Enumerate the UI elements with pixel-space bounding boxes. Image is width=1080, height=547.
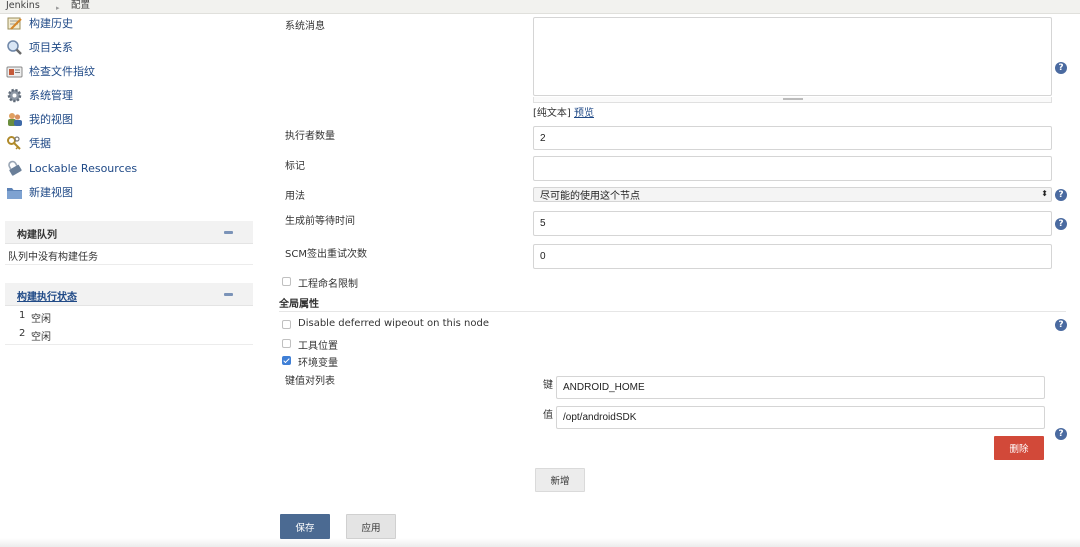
folder-icon (6, 184, 23, 201)
scm-retry-label: SCM签出重试次数 (285, 249, 367, 260)
textarea-resize-bar[interactable] (533, 97, 1052, 103)
executor-state: 空闲 (31, 332, 51, 343)
lock-icon (6, 160, 23, 177)
usage-label: 用法 (285, 191, 305, 202)
fingerprint-icon (6, 63, 23, 80)
executor-status-title[interactable]: 构建执行状态 (17, 288, 77, 303)
sidebar-item-label: 项目关系 (29, 41, 73, 54)
magnifier-icon (6, 39, 23, 56)
value-label: 值 (543, 410, 553, 421)
executor-status-header: 构建执行状态 (5, 283, 253, 306)
sidebar-item-lockable-resources[interactable]: Lockable Resources (6, 158, 137, 178)
quiet-period-input[interactable]: 5 (533, 211, 1052, 236)
help-icon[interactable]: ? (1055, 62, 1067, 74)
sidebar-item-label: 系统管理 (29, 89, 73, 102)
notepad-icon (6, 15, 23, 32)
env-vars-label: 环境变量 (298, 358, 338, 369)
build-queue-body: 队列中没有构建任务 (5, 244, 253, 265)
preview-link[interactable]: 预览 (574, 108, 594, 119)
sidebar-item-new-view[interactable]: 新建视图 (6, 182, 73, 202)
system-message-textarea[interactable] (533, 17, 1052, 96)
sidebar-item-label: 检查文件指纹 (29, 65, 95, 78)
users-icon (6, 111, 23, 128)
build-queue-header: 构建队列 (5, 221, 253, 244)
plain-text-label: [纯文本] (533, 108, 571, 119)
labels-input[interactable] (533, 156, 1052, 181)
delete-button[interactable]: 删除 (994, 436, 1044, 460)
help-icon[interactable]: ? (1055, 189, 1067, 201)
breadcrumb-current[interactable]: 配置 (71, 0, 90, 12)
scm-retry-input[interactable]: 0 (533, 244, 1052, 269)
sidebar-item-label: 凭据 (29, 137, 51, 150)
key-label: 键 (543, 380, 553, 391)
env-vars-checkbox[interactable] (282, 356, 291, 365)
sidebar-item-label: 新建视图 (29, 186, 73, 199)
sidebar-item-my-views[interactable]: 我的视图 (6, 109, 73, 129)
project-naming-label: 工程命名限制 (298, 279, 358, 290)
system-message-label: 系统消息 (285, 21, 325, 32)
executor-status-body: 1 空闲 2 空闲 (5, 306, 253, 345)
project-naming-checkbox[interactable] (282, 277, 291, 286)
quiet-period-label: 生成前等待时间 (285, 216, 355, 227)
build-queue-title: 构建队列 (17, 230, 57, 241)
executor-number: 1 (19, 310, 26, 321)
sidebar-item-label: 构建历史 (29, 17, 73, 30)
help-icon[interactable]: ? (1055, 319, 1067, 331)
collapse-minus-icon[interactable] (224, 293, 233, 296)
bottom-bar (0, 538, 1080, 547)
help-icon[interactable]: ? (1055, 218, 1067, 230)
select-arrows-icon: ⬍ (1041, 189, 1048, 198)
sidebar-item-label: Lockable Resources (29, 161, 138, 175)
add-button[interactable]: 新增 (535, 468, 585, 492)
usage-selected-value: 尽可能的使用这个节点 (540, 191, 640, 202)
global-properties-title: 全局属性 (279, 299, 319, 310)
section-divider (279, 311, 1066, 312)
executors-input[interactable]: 2 (533, 126, 1052, 150)
env-value-input[interactable]: /opt/androidSDK (556, 406, 1045, 429)
sidebar-item-manage[interactable]: 系统管理 (6, 85, 73, 105)
disable-wipeout-checkbox[interactable] (282, 320, 291, 329)
tool-locations-label: 工具位置 (298, 341, 338, 352)
sidebar-item-fingerprint[interactable]: 检查文件指纹 (6, 61, 95, 81)
resize-grip-icon (783, 98, 803, 100)
sidebar-item-label: 我的视图 (29, 113, 73, 126)
gear-icon (6, 87, 23, 104)
sidebar-item-project-relationship[interactable]: 项目关系 (6, 37, 73, 57)
tool-locations-checkbox[interactable] (282, 339, 291, 348)
labels-label: 标记 (285, 161, 305, 172)
breadcrumb-jenkins[interactable]: Jenkins (6, 0, 40, 12)
disable-wipeout-label: Disable deferred wipeout on this node (298, 318, 489, 329)
sidebar-item-build-history[interactable]: 构建历史 (6, 13, 73, 33)
env-key-input[interactable]: ANDROID_HOME (556, 376, 1045, 399)
markup-formatter: [纯文本] 预览 (533, 104, 594, 119)
kv-list-label: 键值对列表 (285, 376, 335, 387)
executors-label: 执行者数量 (285, 131, 335, 142)
executor-state: 空闲 (31, 314, 51, 325)
save-button[interactable]: 保存 (280, 514, 330, 539)
breadcrumb: Jenkins ▸ 配置 (0, 0, 1080, 14)
apply-button[interactable]: 应用 (346, 514, 396, 539)
sidebar-item-credentials[interactable]: 凭据 (6, 133, 51, 153)
collapse-minus-icon[interactable] (224, 231, 233, 234)
executor-number: 2 (19, 328, 26, 339)
usage-select[interactable]: 尽可能的使用这个节点 ⬍ (533, 187, 1052, 202)
help-icon[interactable]: ? (1055, 428, 1067, 440)
keys-icon (6, 135, 23, 152)
build-queue-empty-text: 队列中没有构建任务 (8, 252, 98, 263)
